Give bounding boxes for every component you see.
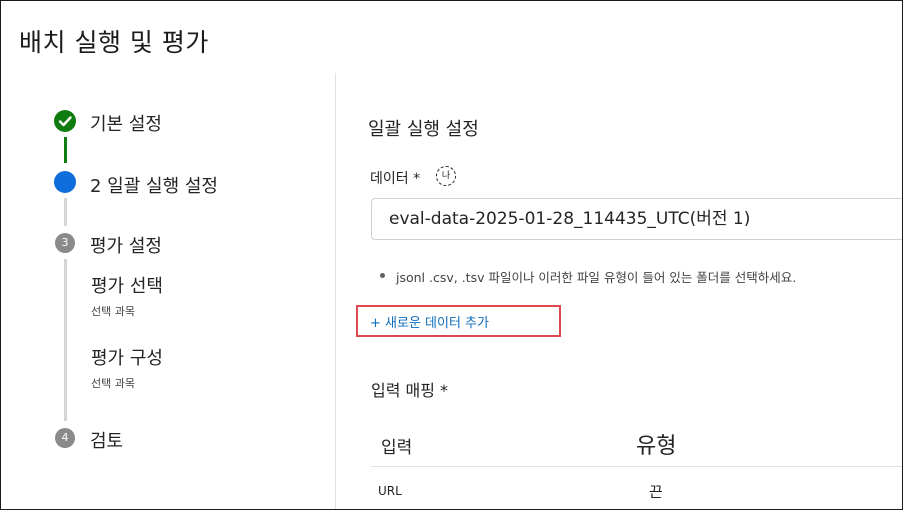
substep-optional-hint: 선택 과목	[91, 377, 135, 390]
info-icon[interactable]: 나	[436, 166, 456, 186]
data-select-input[interactable]: eval-data-2025-01-28_114435_UTC(버전 1)	[371, 198, 902, 240]
step-connector	[64, 198, 67, 226]
bullet-icon	[380, 273, 385, 278]
step-number-4-icon: 4	[55, 428, 75, 448]
column-header-type: 유형	[636, 434, 677, 459]
row-input-cell: URL	[378, 484, 402, 498]
step-evaluation-settings[interactable]: 평가 설정	[90, 232, 162, 258]
data-field-label: 데이터 *	[370, 171, 421, 187]
page-title: 배치 실행 및 평가	[19, 28, 209, 57]
step-connector	[64, 259, 67, 421]
substep-optional-hint: 선택 과목	[91, 305, 135, 318]
input-mapping-title: 입력 매핑 *	[371, 381, 449, 400]
panel-divider	[335, 73, 336, 509]
step-number-3-icon: 3	[55, 233, 75, 253]
step-basic-settings[interactable]: 기본 설정	[90, 110, 162, 136]
column-header-input: 입력	[381, 438, 413, 458]
step-batch-run-settings[interactable]: 2 일괄 실행 설정	[90, 172, 218, 198]
data-field-hint: jsonl .csv, .tsv 파일이나 이러한 파일 유형이 들어 있는 폴…	[396, 270, 797, 285]
substep-select-evaluation[interactable]: 평가 선택	[91, 272, 163, 298]
row-type-cell[interactable]: 끈	[649, 481, 663, 502]
substep-configure-evaluation[interactable]: 평가 구성	[91, 344, 163, 370]
section-title: 일괄 실행 설정	[368, 119, 479, 140]
step-connector-done	[64, 137, 67, 163]
checkmark-icon	[54, 110, 76, 132]
table-divider	[371, 466, 902, 467]
current-step-icon	[54, 171, 76, 193]
app-window: 배치 실행 및 평가 기본 설정 2 일괄 실행 설정 3 평가 설정 평가 선…	[0, 0, 903, 510]
step-review[interactable]: 검토	[90, 427, 123, 453]
add-new-data-link[interactable]: + 새로운 데이터 추가	[370, 312, 489, 331]
